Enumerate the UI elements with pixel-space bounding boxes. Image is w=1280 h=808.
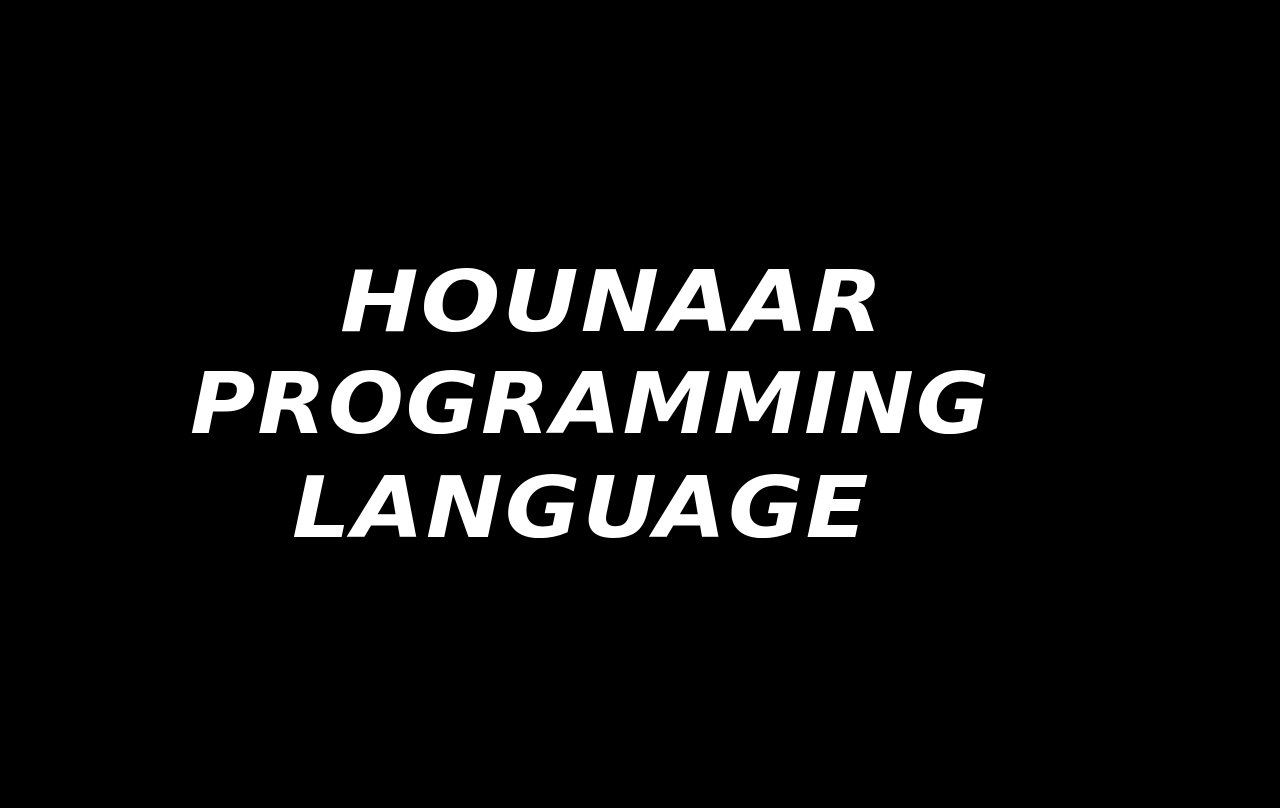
title-line-3: LANGUAGE [292,458,871,558]
title-line-2: PROGRAMMING [190,354,992,454]
title-line-1: HOUNAAR [340,252,885,352]
title-block: HOUNAAR PROGRAMMING LANGUAGE [0,0,1280,808]
